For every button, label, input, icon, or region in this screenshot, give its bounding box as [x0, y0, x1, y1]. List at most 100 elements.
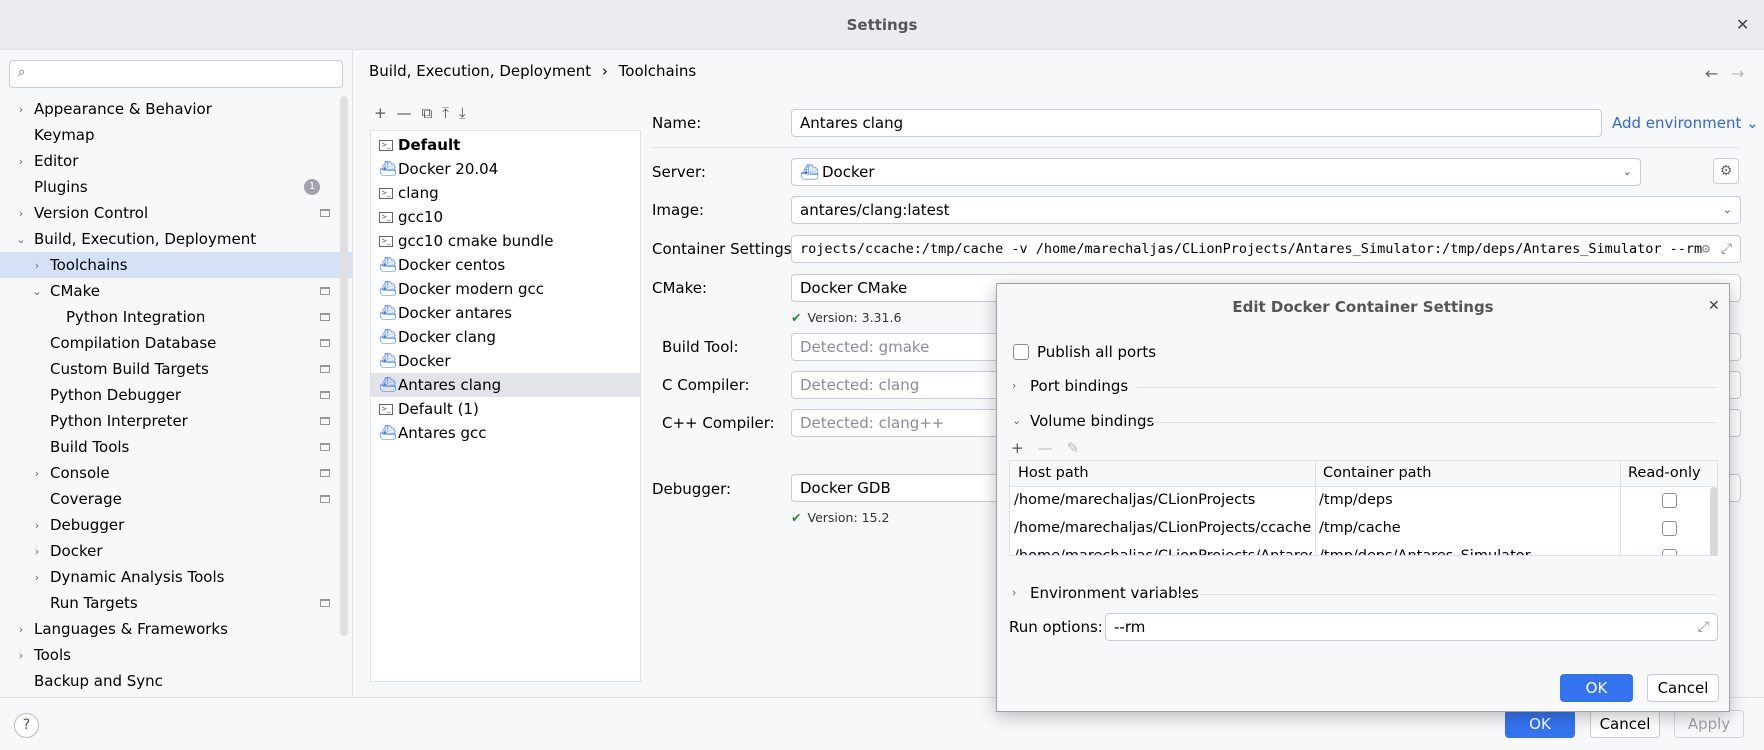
sidebar-item-console[interactable]: › Console [0, 460, 352, 486]
sidebar-item-cmake[interactable]: ⌄ CMake [0, 278, 352, 304]
toolchain-item[interactable]: ⛴ Antares clang [371, 373, 640, 397]
container-path-cell[interactable]: /tmp/cache [1319, 520, 1617, 536]
cancel-button[interactable]: Cancel [1590, 710, 1660, 738]
c-compiler-label: C Compiler: [662, 376, 750, 394]
image-select[interactable]: antares/clang:latest ⌄ [791, 196, 1741, 224]
column-container-path[interactable]: Container path [1323, 465, 1431, 481]
close-icon[interactable]: ✕ [1708, 298, 1720, 314]
sidebar-item-run-targets[interactable]: Run Targets [0, 590, 352, 616]
back-arrow-icon[interactable]: ← [1705, 64, 1718, 83]
sidebar-item-version-control[interactable]: › Version Control [0, 200, 352, 226]
sidebar-item-coverage[interactable]: Coverage [0, 486, 352, 512]
chevron-right-icon[interactable]: › [15, 649, 27, 662]
sidebar-item-toolchains[interactable]: › Toolchains [0, 252, 352, 278]
toolchain-item[interactable]: ⛴ Docker centos [371, 253, 640, 277]
sidebar-item-custom-build-targets[interactable]: Custom Build Targets [0, 356, 352, 382]
help-button[interactable]: ? [14, 713, 39, 738]
read-only-checkbox[interactable] [1662, 493, 1677, 508]
chevron-right-icon[interactable]: › [15, 623, 27, 636]
sidebar-item-build-tools[interactable]: Build Tools [0, 434, 352, 460]
sidebar-item-label: Backup and Sync [34, 672, 163, 690]
toolchain-item[interactable]: ⛴ Antares gcc [371, 421, 640, 445]
debugger-label: Debugger: [652, 480, 732, 498]
host-path-cell[interactable]: /home/marechaljas/CLionProjects [1014, 492, 1312, 508]
toolchain-item[interactable]: ⛴ Docker antares [371, 301, 640, 325]
sidebar-item-build-execution-deployment[interactable]: ⌄ Build, Execution, Deployment [0, 226, 352, 252]
sidebar-item-appearance-behavior[interactable]: › Appearance & Behavior [0, 96, 352, 122]
table-row[interactable]: /home/marechaljas/CLionProjects/Antares_… [1010, 543, 1717, 555]
sidebar-item-languages-frameworks[interactable]: › Languages & Frameworks [0, 616, 352, 642]
chevron-right-icon[interactable]: › [31, 571, 43, 584]
table-scrollbar[interactable] [1710, 487, 1717, 555]
dialog-ok-button[interactable]: OK [1560, 674, 1633, 702]
chevron-down-icon[interactable]: ⌄ [15, 233, 27, 246]
remove-icon[interactable]: — [397, 104, 412, 126]
toolchain-item[interactable]: ⛴ Docker 20.04 [371, 157, 640, 181]
host-path-cell[interactable]: /home/marechaljas/CLionProjects/Antares_… [1014, 548, 1312, 555]
edit-icon[interactable]: ✎ [1067, 439, 1080, 457]
settings-search-input[interactable]: ⌕ [9, 60, 343, 88]
chevron-right-icon[interactable]: › [15, 155, 27, 168]
container-path-cell[interactable]: /tmp/deps/Antares_Simulator [1319, 548, 1617, 555]
toolchain-item[interactable]: ⛴ Docker [371, 349, 640, 373]
dialog-cancel-button[interactable]: Cancel [1647, 674, 1719, 702]
chevron-right-icon[interactable]: › [31, 467, 43, 480]
sidebar-scrollbar[interactable] [340, 96, 348, 636]
add-environment-link[interactable]: Add environment ⌄ [1612, 114, 1759, 132]
table-row[interactable]: /home/marechaljas/CLionProjects/ccache/t… [1010, 515, 1717, 543]
add-icon[interactable]: + [1011, 439, 1024, 457]
toolchain-item[interactable]: >_ clang [371, 181, 640, 205]
expand-icon[interactable]: ⤢ [1721, 236, 1732, 262]
move-down-icon[interactable]: ⤓ [459, 104, 466, 126]
breadcrumb-parent[interactable]: Build, Execution, Deployment [369, 62, 591, 80]
toolchain-item[interactable]: >_ gcc10 [371, 205, 640, 229]
run-options-input[interactable]: --rm ⤢ [1105, 613, 1718, 641]
sidebar-item-python-interpreter[interactable]: Python Interpreter [0, 408, 352, 434]
close-icon[interactable]: ✕ [1736, 15, 1749, 34]
chevron-right-icon[interactable]: › [31, 519, 43, 532]
server-select[interactable]: ⛴ Docker ⌄ [791, 158, 1641, 186]
sidebar-item-keymap[interactable]: Keymap [0, 122, 352, 148]
sidebar-item-debugger[interactable]: › Debugger [0, 512, 352, 538]
forward-arrow-icon[interactable]: → [1731, 64, 1744, 83]
container-path-cell[interactable]: /tmp/deps [1319, 492, 1617, 508]
name-input[interactable]: Antares clang [791, 109, 1602, 137]
copy-icon[interactable]: ⧉ [422, 104, 433, 126]
toolchain-item[interactable]: ⛴ Docker modern gcc [371, 277, 640, 301]
chevron-right-icon[interactable]: › [15, 103, 27, 116]
move-up-icon[interactable]: ⤒ [442, 104, 449, 126]
sidebar-item-editor[interactable]: › Editor [0, 148, 352, 174]
container-settings-input[interactable]: rojects/ccache:/tmp/cache -v /home/marec… [791, 235, 1741, 263]
sidebar-item-compilation-database[interactable]: Compilation Database [0, 330, 352, 356]
table-row[interactable]: /home/marechaljas/CLionProjects/tmp/deps [1010, 487, 1717, 515]
sidebar-item-dynamic-analysis-tools[interactable]: › Dynamic Analysis Tools [0, 564, 352, 590]
host-path-cell[interactable]: /home/marechaljas/CLionProjects/ccache [1014, 520, 1312, 536]
add-icon[interactable]: + [374, 104, 387, 126]
chevron-right-icon[interactable]: › [31, 545, 43, 558]
server-settings-gear-icon[interactable]: ⚙ [1713, 158, 1739, 184]
column-read-only[interactable]: Read-only [1628, 465, 1701, 481]
apply-button[interactable]: Apply [1674, 710, 1744, 738]
toolchain-item[interactable]: >_ Default (1) [371, 397, 640, 421]
gear-icon[interactable]: ⚙ [1702, 236, 1710, 262]
sidebar-item-tools[interactable]: › Tools [0, 642, 352, 668]
sidebar-item-plugins[interactable]: Plugins 1 [0, 174, 352, 200]
expand-icon[interactable]: ⤢ [1698, 614, 1709, 640]
remove-icon[interactable]: — [1038, 439, 1053, 457]
sidebar-item-backup-and-sync[interactable]: Backup and Sync [0, 668, 352, 694]
publish-all-ports-checkbox[interactable] [1013, 344, 1029, 360]
ok-button[interactable]: OK [1505, 710, 1575, 738]
chevron-right-icon[interactable]: › [15, 207, 27, 220]
toolchain-item[interactable]: >_ gcc10 cmake bundle [371, 229, 640, 253]
toolchain-item[interactable]: >_ Default [371, 133, 640, 157]
column-host-path[interactable]: Host path [1018, 465, 1089, 481]
chevron-down-icon[interactable]: ⌄ [31, 285, 43, 298]
sidebar-item-python-integration[interactable]: Python Integration [0, 304, 352, 330]
chevron-right-icon[interactable]: › [31, 259, 43, 272]
sidebar-item-python-debugger[interactable]: Python Debugger [0, 382, 352, 408]
read-only-checkbox[interactable] [1662, 521, 1677, 536]
read-only-checkbox[interactable] [1662, 549, 1677, 555]
toolchain-item[interactable]: ⛴ Docker clang [371, 325, 640, 349]
sidebar-item-docker[interactable]: › Docker [0, 538, 352, 564]
sidebar-item-label: Custom Build Targets [50, 360, 209, 378]
